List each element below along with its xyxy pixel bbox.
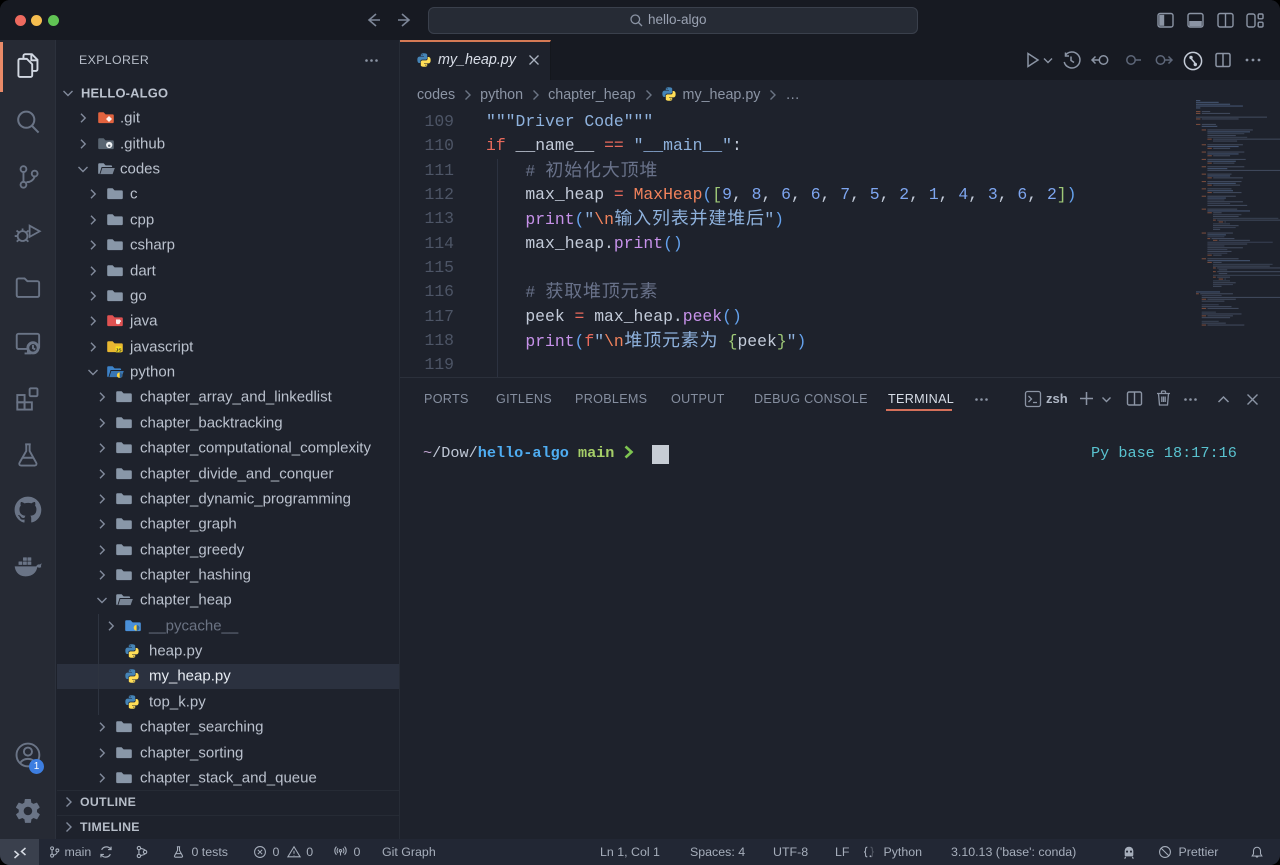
svg-text:JS: JS (115, 347, 122, 353)
